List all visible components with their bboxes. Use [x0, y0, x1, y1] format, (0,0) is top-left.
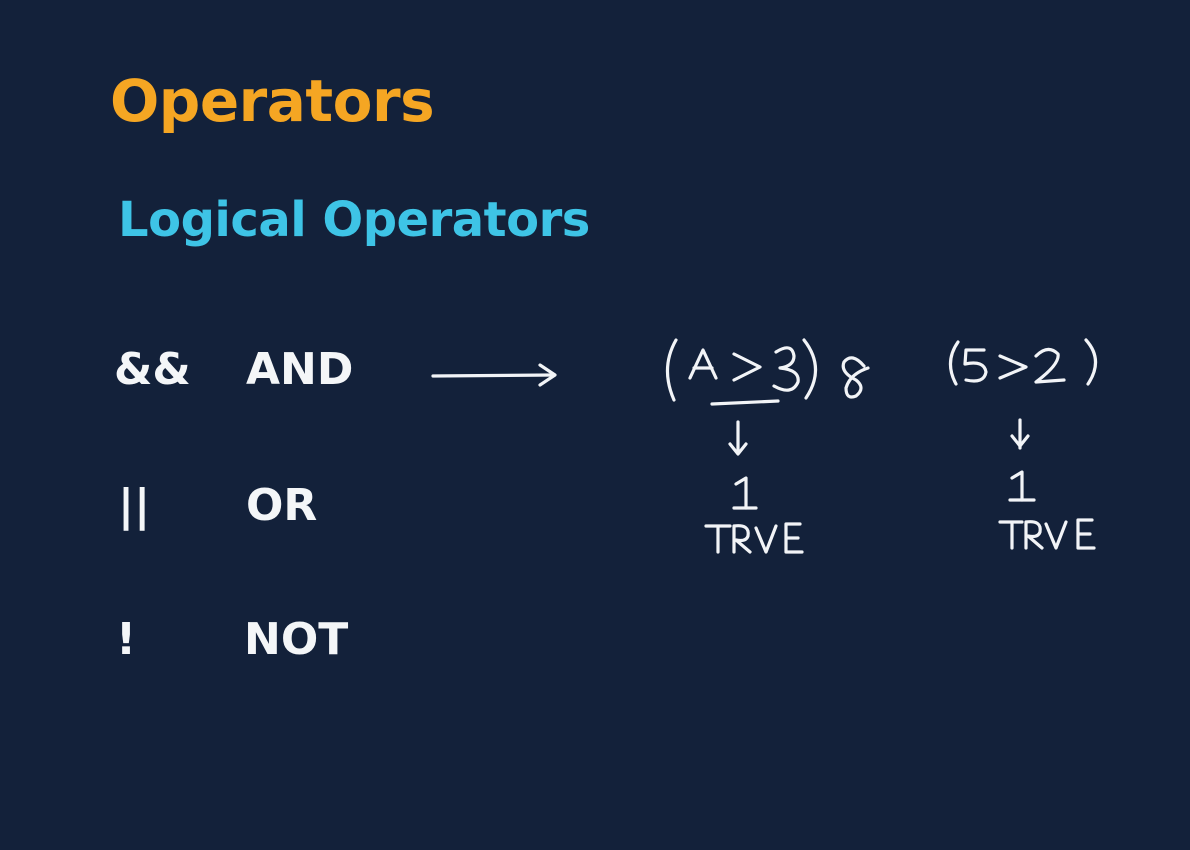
operator-symbol-and: &&	[114, 344, 191, 395]
result-right	[998, 418, 1096, 550]
operator-symbol-not: !	[116, 614, 137, 665]
arrow-icon	[431, 363, 557, 387]
slide: Operators Logical Operators && AND || OR…	[0, 0, 1190, 850]
operator-name-and: AND	[246, 344, 354, 395]
expression-left	[665, 338, 870, 406]
expression-right	[948, 338, 1098, 386]
operator-symbol-or: ||	[118, 480, 151, 531]
operator-name-not: NOT	[244, 614, 349, 665]
slide-title: Operators	[110, 67, 435, 135]
slide-subtitle: Logical Operators	[118, 192, 590, 248]
operator-name-or: OR	[246, 480, 318, 531]
result-left	[704, 420, 804, 554]
